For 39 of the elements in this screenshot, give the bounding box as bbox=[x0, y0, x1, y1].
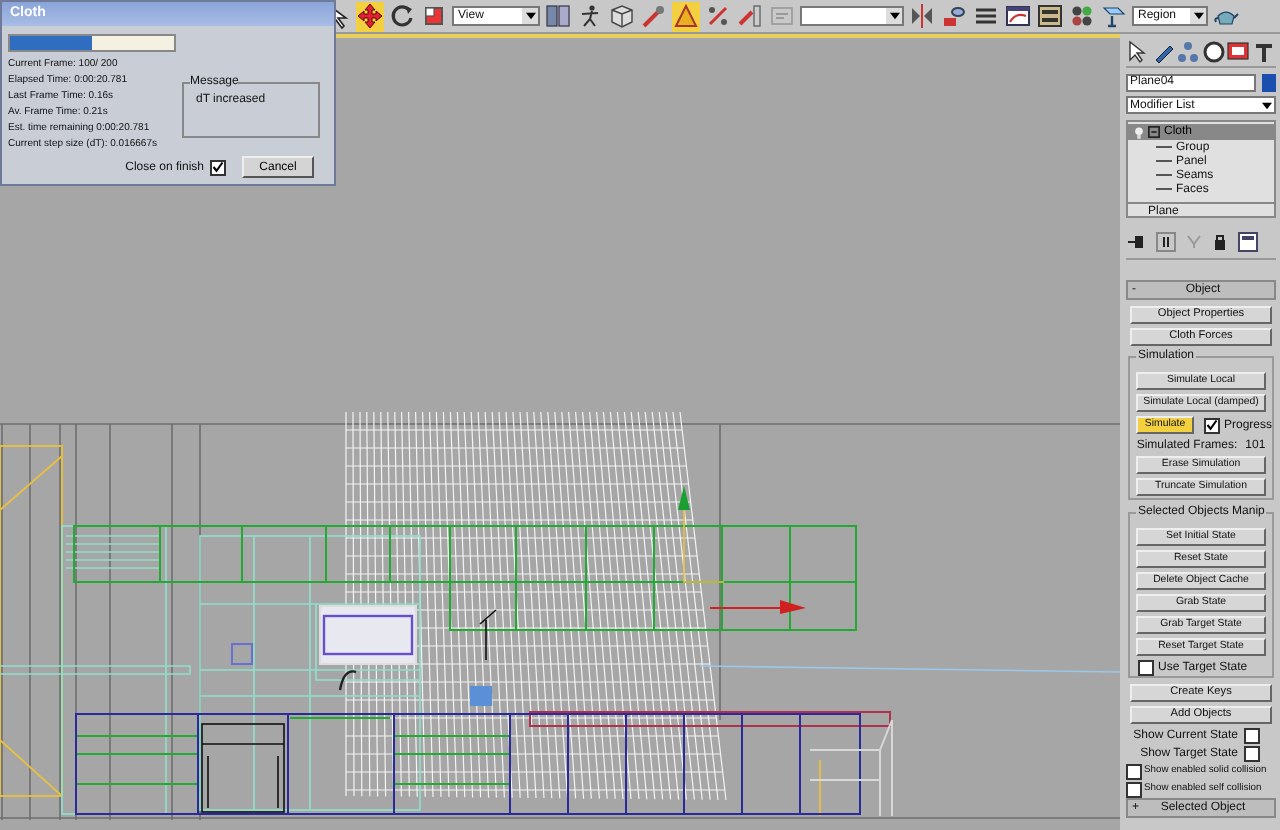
cube-icon[interactable] bbox=[608, 1, 636, 31]
pin-icon[interactable] bbox=[1126, 234, 1146, 250]
object-color-swatch[interactable] bbox=[1262, 74, 1276, 92]
dropdown-arrow-icon[interactable] bbox=[1262, 101, 1272, 109]
mirror-icon[interactable] bbox=[908, 1, 936, 31]
stick-figure-icon[interactable] bbox=[576, 1, 604, 31]
arrow-pointer-icon[interactable] bbox=[1126, 40, 1150, 64]
spheres-icon[interactable] bbox=[1068, 1, 1096, 31]
schematic-icon[interactable] bbox=[1036, 1, 1064, 31]
dropdown-arrow-icon[interactable] bbox=[889, 12, 899, 20]
triangle-icon[interactable] bbox=[672, 1, 700, 31]
spinner-snap-icon[interactable] bbox=[736, 1, 764, 31]
checkbox[interactable] bbox=[1138, 659, 1154, 675]
pause-bars-icon[interactable] bbox=[1156, 232, 1176, 252]
configure-icon[interactable] bbox=[1238, 232, 1258, 252]
checkbox[interactable] bbox=[1126, 781, 1142, 797]
monitor-icon[interactable] bbox=[1226, 40, 1251, 64]
dropdown-arrow-icon[interactable] bbox=[1193, 12, 1203, 20]
checkbox[interactable] bbox=[210, 159, 226, 175]
toolbar-dropdown[interactable] bbox=[800, 6, 904, 26]
bulb-icon[interactable] bbox=[1134, 125, 1144, 139]
expand-toggle-icon[interactable] bbox=[1148, 126, 1160, 138]
percent-icon[interactable] bbox=[704, 1, 732, 31]
snap-icon[interactable] bbox=[640, 1, 668, 31]
checkbox[interactable] bbox=[1244, 745, 1260, 761]
pencil-icon[interactable] bbox=[1151, 40, 1176, 64]
checkbox[interactable] bbox=[1203, 417, 1220, 433]
circle-icon[interactable] bbox=[1201, 40, 1226, 64]
render-icon[interactable] bbox=[1100, 1, 1128, 31]
rotate-icon[interactable] bbox=[388, 1, 416, 31]
move-arrows-icon[interactable] bbox=[356, 1, 384, 31]
two-panels-icon[interactable] bbox=[544, 1, 572, 31]
checkbox[interactable] bbox=[1126, 763, 1142, 779]
align-icon[interactable] bbox=[940, 1, 968, 31]
graph-window-icon[interactable] bbox=[1004, 1, 1032, 31]
scale-icon[interactable] bbox=[420, 1, 448, 31]
lock-icon[interactable] bbox=[1212, 232, 1228, 252]
dropdown-arrow-icon[interactable] bbox=[525, 12, 535, 20]
checkbox[interactable] bbox=[1244, 727, 1260, 743]
